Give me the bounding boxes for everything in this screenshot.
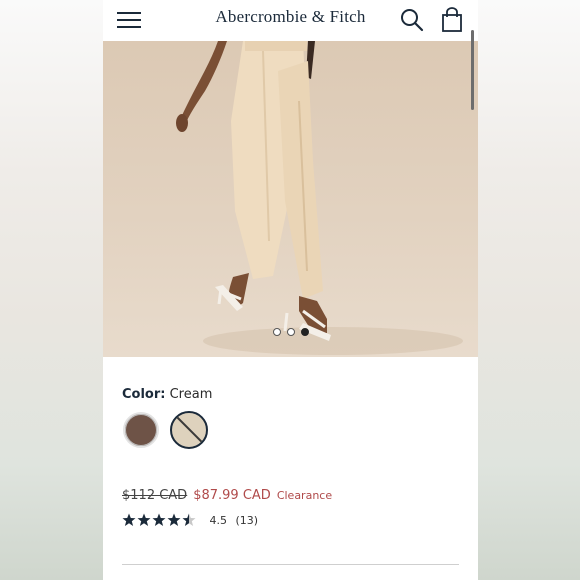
background-right <box>478 0 580 580</box>
gallery-dot[interactable] <box>287 328 295 336</box>
sale-price: $87.99 CAD <box>193 488 271 503</box>
site-header: Abercrombie & Fitch <box>103 0 478 41</box>
model-photo <box>176 41 463 355</box>
product-image[interactable] <box>103 41 478 357</box>
scrollbar[interactable] <box>471 30 474 110</box>
unavailable-slash <box>173 413 206 446</box>
original-price: $112 CAD <box>122 488 188 503</box>
gallery-dot-active[interactable] <box>301 328 309 336</box>
rating-value: 4.5 <box>209 513 228 527</box>
price-block: $112 CAD $87.99 CAD Clearance <box>122 488 332 503</box>
swatch-brown[interactable] <box>123 412 159 448</box>
color-value: Cream <box>169 387 213 402</box>
color-label: Color: <box>122 387 166 402</box>
search-icon[interactable] <box>400 8 424 32</box>
gallery-dot[interactable] <box>273 328 281 336</box>
shopping-bag-icon[interactable] <box>441 7 463 33</box>
background-left <box>0 0 103 580</box>
product-details: Color: Cream $112 CAD $87.99 CAD Clearance <box>103 357 478 580</box>
rating-summary[interactable]: 4.5 (13) <box>122 513 258 529</box>
section-divider <box>122 564 459 565</box>
swatch-cream[interactable] <box>170 411 208 449</box>
color-selection-label: Color: Cream <box>122 387 212 402</box>
rating-count[interactable]: (13) <box>236 514 259 527</box>
clearance-badge: Clearance <box>276 489 333 502</box>
mobile-page: Abercrombie & Fitch Color: Cream $112 CA… <box>103 0 478 580</box>
star-rating-icon <box>122 513 202 527</box>
